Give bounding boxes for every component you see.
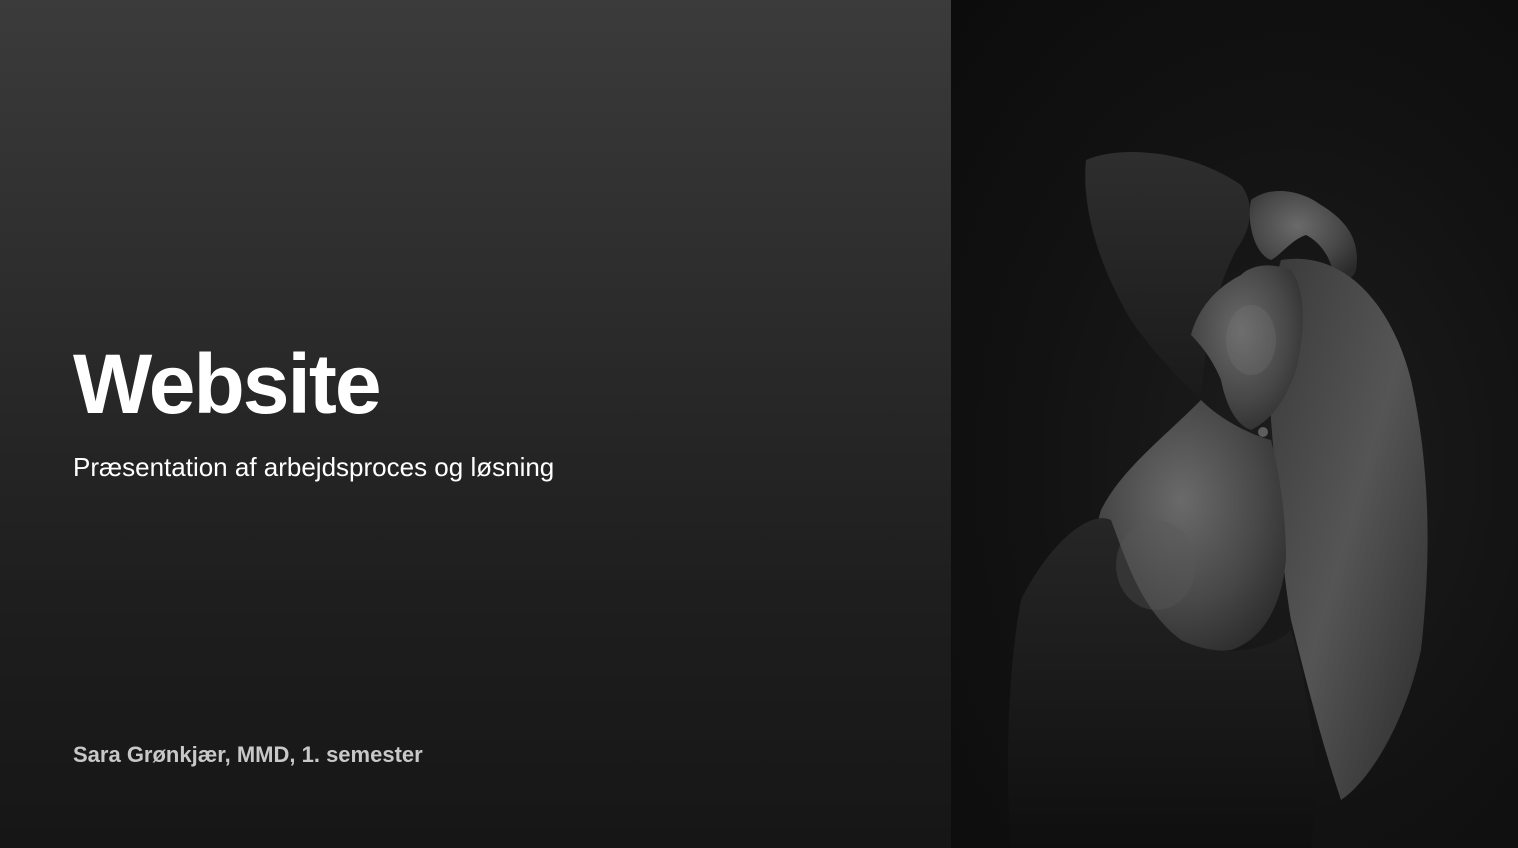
- portrait-photo: [1008, 152, 1428, 848]
- slide-title: Website: [73, 337, 382, 431]
- author-line: Sara Grønkjær, MMD, 1. semester: [73, 742, 423, 767]
- slide-subtitle: Præsentation af arbejdsproces og løsning: [73, 452, 555, 482]
- text-panel: Website Præsentation af arbejdsproces og…: [0, 0, 951, 848]
- photo-panel: [951, 0, 1518, 848]
- presentation-slide: Website Præsentation af arbejdsproces og…: [0, 0, 1518, 848]
